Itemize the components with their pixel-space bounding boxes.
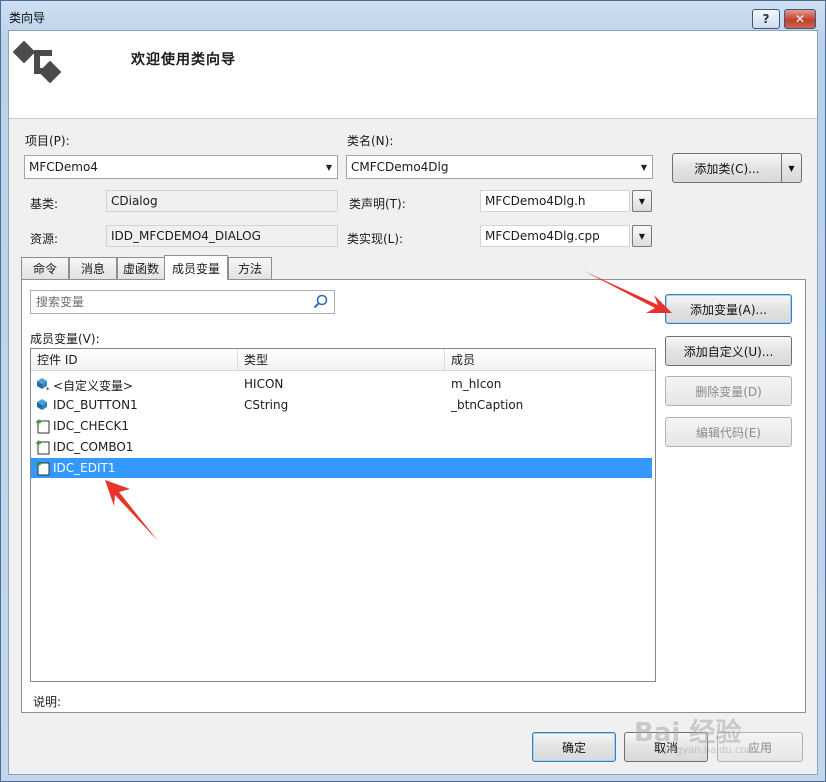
- column-header-control-id[interactable]: 控件 ID: [31, 349, 238, 371]
- baidu-watermark-url: jingyan.baidu.com: [664, 745, 757, 756]
- chevron-down-icon: ▼: [638, 196, 646, 206]
- member-variables-list-label: 成员变量(V):: [30, 332, 100, 346]
- custom-variable-icon: *: [37, 378, 50, 392]
- column-header-type[interactable]: 类型: [238, 349, 445, 371]
- control-id-cell: <自定义变量>: [53, 379, 134, 393]
- control-id-cell: IDC_CHECK1: [53, 419, 130, 433]
- chevron-down-icon: ▼: [640, 162, 648, 172]
- class-name-combo-value: CMFCDemo4Dlg: [351, 160, 449, 174]
- help-button[interactable]: ?: [752, 9, 780, 29]
- chevron-down-icon: ▼: [788, 163, 795, 173]
- variable-icon: [37, 399, 47, 410]
- table-row-selected[interactable]: IDC_EDIT1: [31, 458, 652, 478]
- title-bar[interactable]: 类向导: [0, 0, 826, 30]
- window-title: 类向导: [9, 11, 46, 25]
- search-variables-input[interactable]: [34, 294, 312, 310]
- type-cell: HICON: [244, 377, 284, 391]
- class-declaration-field[interactable]: MFCDemo4Dlg.h: [480, 190, 630, 212]
- table-row[interactable]: IDC_CHECK1: [31, 416, 652, 436]
- tab-messages[interactable]: 消息: [69, 257, 117, 279]
- search-box[interactable]: [30, 290, 335, 314]
- tab-virtual-functions[interactable]: 虚函数: [117, 257, 165, 279]
- baidu-watermark: Bai 经验: [634, 718, 742, 748]
- description-label: 说明:: [33, 695, 62, 709]
- control-icon: [36, 440, 50, 455]
- project-combo-value: MFCDemo4: [29, 160, 98, 174]
- type-cell: CString: [244, 398, 289, 412]
- project-label: 项目(P):: [25, 134, 70, 148]
- wizard-heading: 欢迎使用类向导: [131, 52, 236, 68]
- class-declaration-label: 类声明(T):: [349, 197, 406, 211]
- table-row[interactable]: * <自定义变量> HICON m_hIcon: [31, 374, 652, 394]
- tab-methods[interactable]: 方法: [228, 257, 272, 279]
- control-id-cell: IDC_BUTTON1: [53, 398, 138, 412]
- tab-commands[interactable]: 命令: [21, 257, 69, 279]
- resource-label: 资源:: [30, 232, 59, 246]
- class-name-combo[interactable]: CMFCDemo4Dlg ▼: [346, 155, 653, 179]
- delete-variable-button[interactable]: 删除变量(D): [665, 376, 792, 406]
- control-id-cell: IDC_COMBO1: [53, 440, 134, 454]
- class-declaration-dropdown[interactable]: ▼: [632, 190, 652, 212]
- header-band: [9, 31, 817, 119]
- table-row[interactable]: IDC_BUTTON1 CString _btnCaption: [31, 395, 652, 415]
- project-combo[interactable]: MFCDemo4 ▼: [24, 155, 338, 179]
- close-button[interactable]: ✕: [784, 9, 816, 29]
- class-implementation-field[interactable]: MFCDemo4Dlg.cpp: [480, 225, 630, 247]
- class-implementation-dropdown[interactable]: ▼: [632, 225, 652, 247]
- control-icon: [36, 419, 50, 434]
- chevron-down-icon: ▼: [638, 231, 646, 241]
- class-name-label: 类名(N):: [347, 134, 394, 148]
- class-wizard-icon: [12, 40, 62, 84]
- control-icon: [36, 461, 50, 476]
- base-class-label: 基类:: [30, 197, 59, 211]
- resource-field: IDD_MFCDEMO4_DIALOG: [106, 225, 338, 247]
- svg-text:*: *: [46, 386, 50, 392]
- base-class-field: CDialog: [106, 190, 338, 212]
- edit-code-button[interactable]: 编辑代码(E): [665, 417, 792, 447]
- chevron-down-icon: ▼: [325, 162, 333, 172]
- add-class-dropdown-button[interactable]: ▼: [781, 153, 802, 183]
- search-icon[interactable]: [312, 293, 330, 311]
- class-implementation-label: 类实现(L):: [347, 232, 404, 246]
- add-custom-button[interactable]: 添加自定义(U)...: [665, 336, 792, 366]
- ok-button[interactable]: 确定: [532, 732, 616, 762]
- add-class-button[interactable]: 添加类(C)...: [672, 153, 782, 183]
- column-header-member[interactable]: 成员: [445, 349, 655, 371]
- tab-member-variables[interactable]: 成员变量: [164, 255, 228, 280]
- member-cell: m_hIcon: [451, 377, 502, 391]
- control-id-cell: IDC_EDIT1: [53, 461, 116, 475]
- add-variable-button[interactable]: 添加变量(A)...: [665, 294, 792, 324]
- member-cell: _btnCaption: [451, 398, 524, 412]
- table-row[interactable]: IDC_COMBO1: [31, 437, 652, 457]
